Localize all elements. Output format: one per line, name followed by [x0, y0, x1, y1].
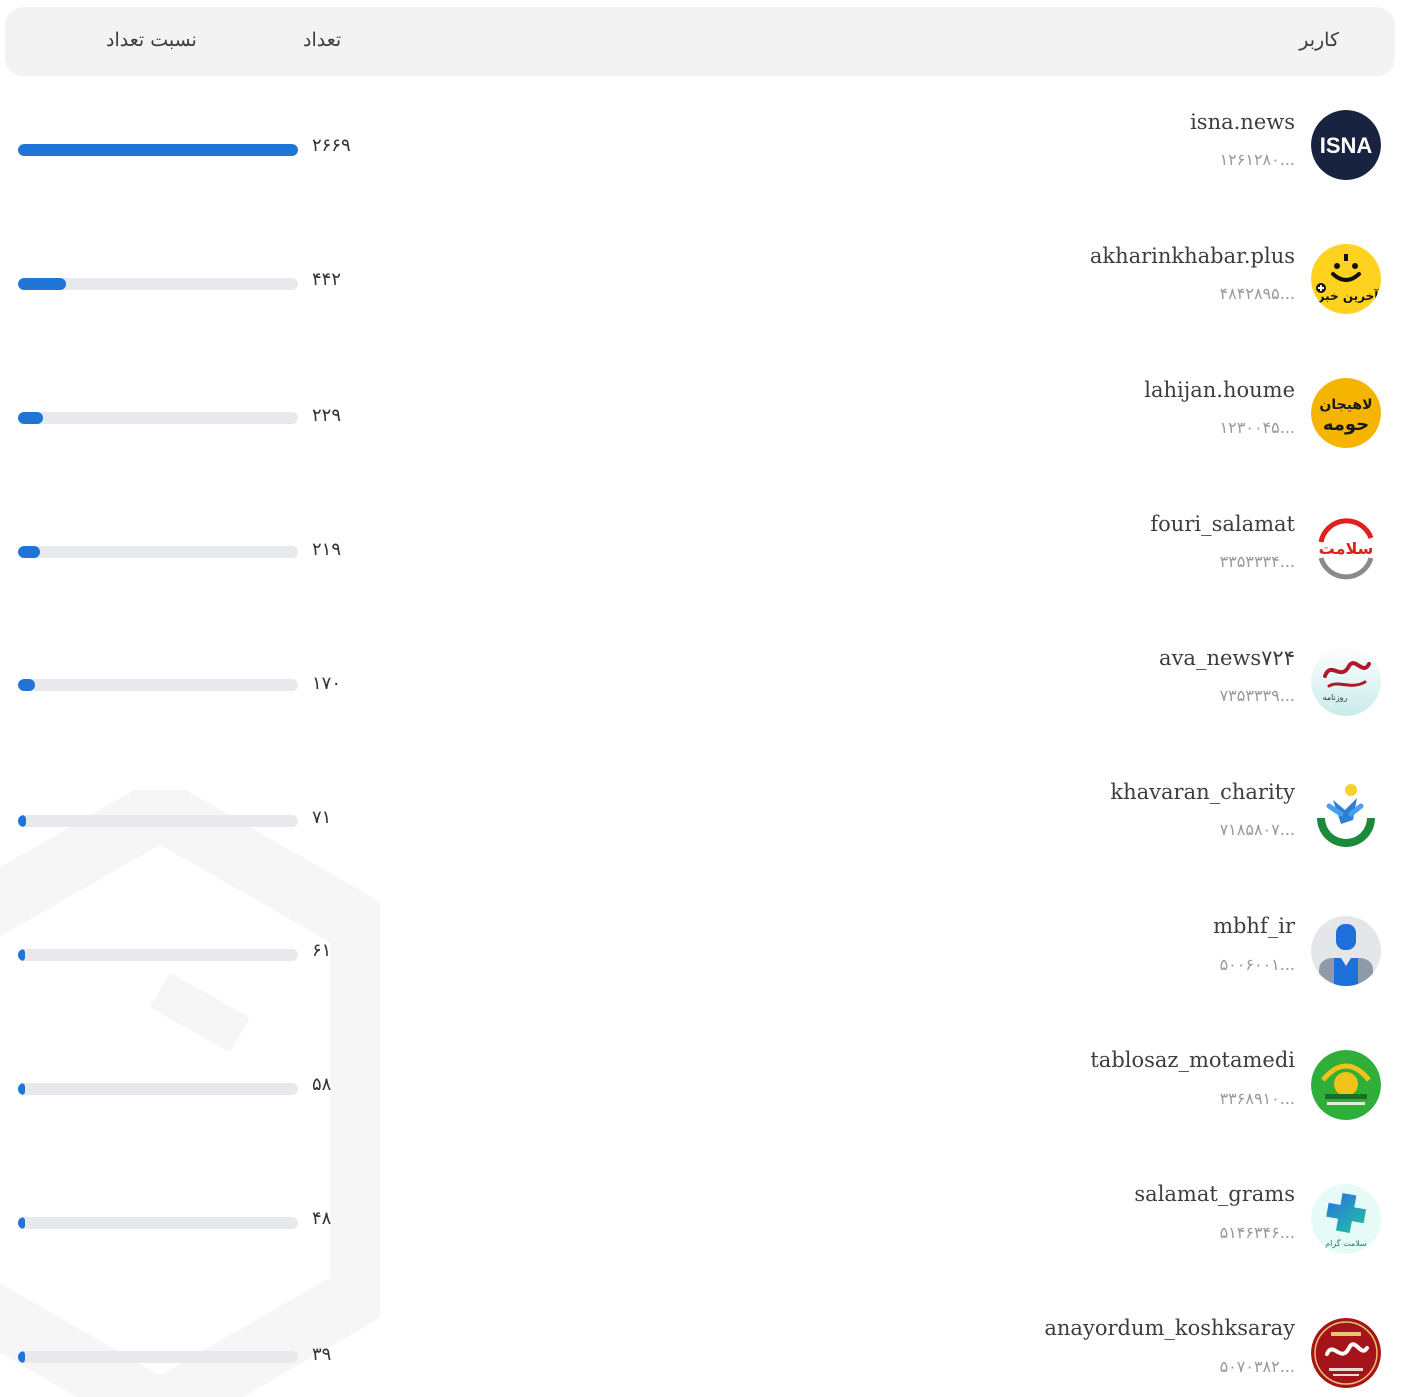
- count-value: ۳۹: [312, 1344, 332, 1365]
- avatar[interactable]: آخرین خبر: [1311, 244, 1381, 314]
- username[interactable]: isna.news: [1190, 112, 1295, 133]
- column-header-user[interactable]: کاربر: [1299, 31, 1339, 50]
- table-row[interactable]: سلامت fouri_salamat ۳۳۵۳۳۳۴... ۲۱۹: [0, 512, 1402, 646]
- user-id: ۷۱۸۵۸۰۷...: [1219, 820, 1295, 839]
- user-id: ۷۳۵۳۳۳۹...: [1219, 686, 1295, 705]
- ratio-bar: [18, 278, 298, 290]
- ratio-bar: [18, 679, 298, 691]
- user-id: ۵۰۷۰۳۸۲...: [1219, 1357, 1295, 1376]
- page: کاربر تعداد نسبت تعداد ISNA isna.news ۱۲…: [0, 0, 1402, 1397]
- avatar[interactable]: سلامت: [1311, 512, 1381, 582]
- table-row[interactable]: سلامت گرام salamat_grams ۵۱۴۶۳۴۶... ۴۸: [0, 1184, 1402, 1318]
- username[interactable]: mbhf_ir: [1213, 916, 1295, 937]
- ratio-bar: [18, 1083, 298, 1095]
- avatar[interactable]: لاهیجان حومه: [1311, 378, 1381, 448]
- ratio-bar-fill: [18, 1083, 25, 1095]
- ratio-bar-fill: [18, 949, 25, 961]
- anayordum-logo-icon: [1311, 1318, 1381, 1388]
- user-id: ۳۳۵۳۳۳۴...: [1219, 552, 1295, 571]
- username[interactable]: khavaran_charity: [1110, 782, 1295, 803]
- user-id: ۵۱۴۶۳۴۶...: [1219, 1223, 1295, 1242]
- ratio-bar-fill: [18, 546, 41, 558]
- ratio-bar: [18, 546, 298, 558]
- user-id: ۱۲۶۱۲۸۰...: [1219, 150, 1295, 169]
- lahijan-logo-text-bottom: حومه: [1323, 414, 1369, 435]
- table-row[interactable]: anayordum_koshksaray ۵۰۷۰۳۸۲... ۳۹: [0, 1318, 1402, 1397]
- lahijan-logo-icon: لاهیجان حومه: [1311, 378, 1381, 448]
- table-row[interactable]: khavaran_charity ۷۱۸۵۸۰۷... ۷۱: [0, 780, 1402, 914]
- ratio-bar-fill: [18, 1217, 25, 1229]
- table-row[interactable]: لاهیجان حومه lahijan.houme ۱۲۳۰۰۴۵... ۲۲…: [0, 378, 1402, 512]
- avatar[interactable]: [1311, 1050, 1381, 1120]
- user-id: ۵۰۰۶۰۰۱...: [1219, 955, 1295, 974]
- isna-logo-text: ISNA: [1320, 133, 1373, 158]
- count-value: ۲۲۹: [312, 405, 342, 426]
- username[interactable]: salamat_grams: [1134, 1184, 1295, 1205]
- table-row[interactable]: روزنامه ava_news۷۲۴ ۷۳۵۳۳۳۹... ۱۷۰: [0, 646, 1402, 780]
- akharinkhabar-logo-text: آخرین خبر: [1317, 288, 1380, 303]
- salamatgram-logo-icon: سلامت گرام: [1311, 1184, 1381, 1254]
- username[interactable]: akharinkhabar.plus: [1090, 246, 1295, 267]
- column-header-ratio[interactable]: نسبت تعداد: [106, 31, 197, 50]
- user-id: ۴۸۴۲۸۹۵...: [1219, 284, 1295, 303]
- count-value: ۲۱۹: [312, 539, 342, 560]
- khavaran-logo-icon: [1311, 780, 1381, 850]
- table-row[interactable]: ISNA isna.news ۱۲۶۱۲۸۰... ۲۶۶۹: [0, 110, 1402, 244]
- ratio-bar: [18, 815, 298, 827]
- count-value: ۲۶۶۹: [312, 135, 351, 156]
- username[interactable]: anayordum_koshksaray: [1044, 1318, 1295, 1339]
- ratio-bar-fill: [18, 815, 27, 827]
- salamat-logo-text: سلامت: [1319, 539, 1374, 558]
- ratio-bar-fill: [18, 278, 66, 290]
- salamatgram-logo-text: سلامت گرام: [1325, 1238, 1367, 1248]
- akharinkhabar-logo-icon: آخرین خبر: [1311, 244, 1381, 314]
- lahijan-logo-text-top: لاهیجان: [1319, 397, 1372, 413]
- avatar[interactable]: سلامت گرام: [1311, 1184, 1381, 1254]
- ratio-bar-fill: [18, 679, 35, 691]
- ava-logo-icon: روزنامه: [1311, 646, 1381, 716]
- username[interactable]: tablosaz_motamedi: [1090, 1050, 1295, 1071]
- column-header-count[interactable]: تعداد: [303, 31, 341, 50]
- ratio-bar: [18, 1217, 298, 1229]
- username[interactable]: ava_news۷۲۴: [1159, 648, 1295, 669]
- count-value: ۴۴۲: [312, 269, 342, 290]
- ratio-bar-fill: [18, 412, 44, 424]
- ava-logo-text: روزنامه: [1323, 693, 1348, 702]
- avatar[interactable]: روزنامه: [1311, 646, 1381, 716]
- avatar[interactable]: [1311, 1318, 1381, 1388]
- username[interactable]: fouri_salamat: [1150, 514, 1295, 535]
- count-value: ۶۱: [312, 940, 332, 961]
- ratio-bar-fill: [18, 1351, 25, 1363]
- tablosaz-logo-icon: [1311, 1050, 1381, 1120]
- ratio-bar: [18, 412, 298, 424]
- count-value: ۴۸: [312, 1208, 332, 1229]
- ratio-bar: [18, 949, 298, 961]
- default-user-icon: [1311, 916, 1381, 986]
- isna-logo-icon: ISNA: [1311, 110, 1381, 180]
- username[interactable]: lahijan.houme: [1144, 380, 1295, 401]
- user-id: ۱۲۳۰۰۴۵...: [1219, 418, 1295, 437]
- avatar[interactable]: [1311, 916, 1381, 986]
- avatar[interactable]: ISNA: [1311, 110, 1381, 180]
- ratio-bar: [18, 144, 298, 156]
- salamat-logo-icon: سلامت: [1311, 512, 1381, 582]
- table-row[interactable]: آخرین خبر akharinkhabar.plus ۴۸۴۲۸۹۵... …: [0, 244, 1402, 378]
- avatar[interactable]: [1311, 780, 1381, 850]
- table-row[interactable]: tablosaz_motamedi ۳۳۶۸۹۱۰... ۵۸: [0, 1050, 1402, 1184]
- count-value: ۵۸: [312, 1074, 332, 1095]
- table-header: کاربر تعداد نسبت تعداد: [5, 7, 1395, 76]
- count-value: ۱۷۰: [312, 673, 342, 694]
- ratio-bar-fill: [18, 144, 298, 156]
- table-row[interactable]: mbhf_ir ۵۰۰۶۰۰۱... ۶۱: [0, 916, 1402, 1050]
- count-value: ۷۱: [312, 807, 332, 828]
- ratio-bar: [18, 1351, 298, 1363]
- user-id: ۳۳۶۸۹۱۰...: [1219, 1089, 1295, 1108]
